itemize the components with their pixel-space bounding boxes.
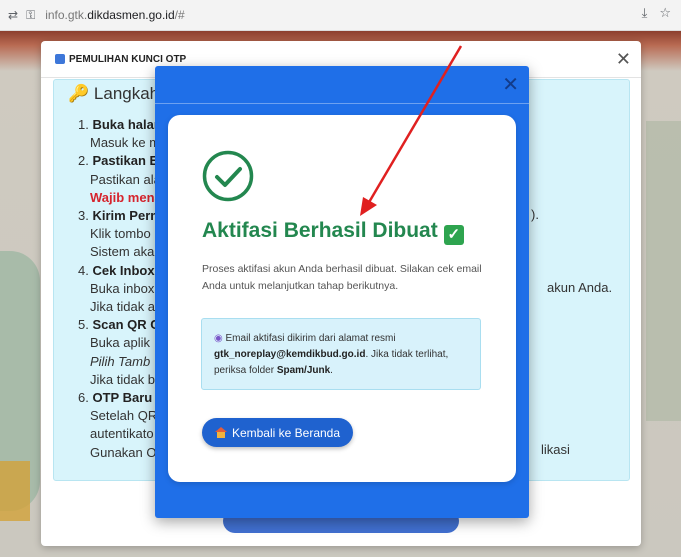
- annotation-arrow: [360, 45, 463, 216]
